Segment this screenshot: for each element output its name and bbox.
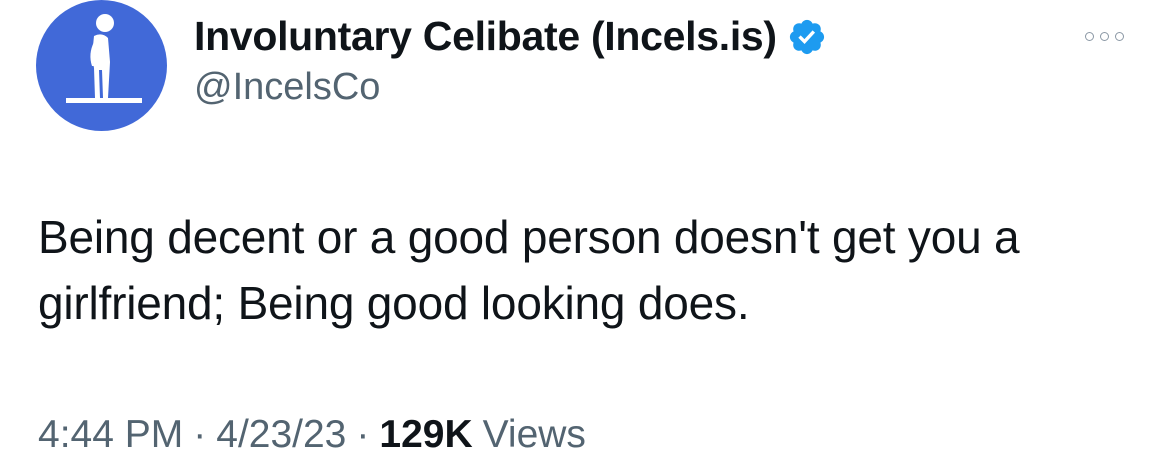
more-options-icon[interactable]	[1074, 24, 1134, 48]
views-label: Views	[482, 413, 586, 456]
more-dot	[1099, 31, 1109, 41]
tweet-date[interactable]: 4/23/23	[216, 413, 346, 457]
author-handle[interactable]: @IncelsCo	[194, 66, 380, 109]
more-dot	[1114, 31, 1124, 41]
avatar[interactable]	[36, 0, 167, 131]
more-dot	[1084, 31, 1094, 41]
tweet-time[interactable]: 4:44 PM	[38, 413, 183, 457]
tweet-meta: 4:44 PM · 4/23/23 · 129K Views	[38, 413, 586, 457]
verified-badge-icon[interactable]	[787, 17, 827, 57]
author-display-name[interactable]: Involuntary Celibate (Incels.is)	[194, 13, 777, 60]
meta-separator: ·	[193, 413, 207, 456]
tweet-text: Being decent or a good person doesn't ge…	[38, 211, 1020, 329]
views-count: 129K	[379, 413, 473, 456]
man-standing-icon	[36, 0, 167, 131]
author-name-row: Involuntary Celibate (Incels.is)	[194, 10, 827, 62]
meta-separator: ·	[356, 413, 370, 456]
